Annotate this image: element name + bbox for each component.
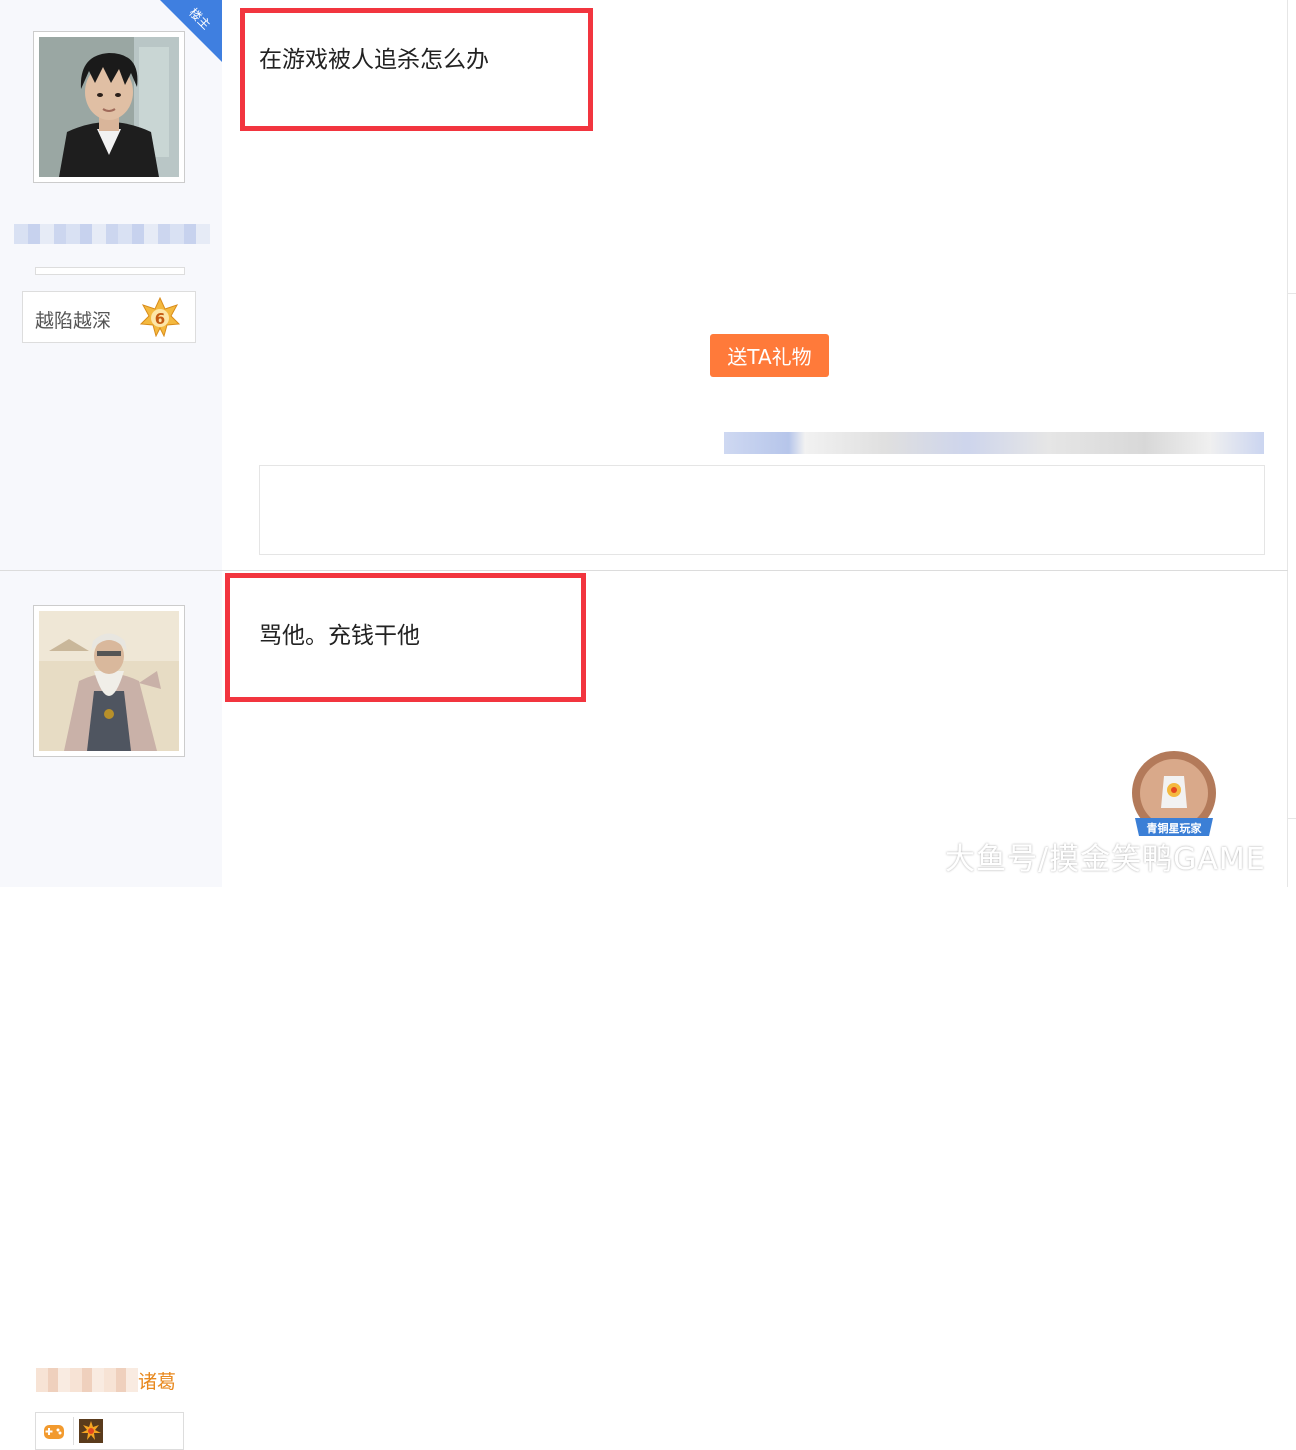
post-floor-1: 楼主 越陷越深 6 在游戏被人追杀怎么办 送TA礼物: [0, 0, 1288, 570]
post-content: 骂他。充钱干他: [259, 623, 420, 649]
medal-box: [35, 1412, 184, 1450]
author-name-pixelated: [36, 1368, 138, 1392]
send-gift-button[interactable]: 送TA礼物: [710, 334, 829, 377]
rank-box[interactable]: 越陷越深 6: [22, 291, 196, 343]
bronze-player-badge: 青铜星玩家: [1129, 748, 1219, 843]
signature-pixelated: [724, 432, 1264, 454]
watermark-text: 大鱼号/摸金笑鸭GAME: [945, 842, 1266, 877]
avatar-photo: [39, 37, 179, 177]
level-number: 6: [155, 310, 165, 328]
page-right-tick: [1288, 293, 1296, 294]
reply-box[interactable]: [259, 465, 1265, 555]
experience-bar: [35, 267, 185, 275]
author-avatar[interactable]: [33, 605, 185, 757]
thread-starter-badge: 楼主: [160, 0, 222, 62]
gamepad-medal-icon: [44, 1425, 64, 1439]
level-star-icon: 6: [140, 297, 180, 337]
author-name-suffix[interactable]: 诸葛: [138, 1367, 176, 1394]
page-right-tick: [1288, 818, 1296, 819]
author-name-pixelated: [14, 224, 210, 244]
author-sidebar: 楼主 越陷越深 6: [0, 0, 222, 570]
sun-medal-icon: [79, 1419, 103, 1443]
avatar-illustration: [39, 611, 179, 751]
rank-title: 越陷越深: [35, 310, 112, 332]
post-content: 在游戏被人追杀怎么办: [259, 47, 489, 73]
author-sidebar: 诸葛: [0, 571, 222, 1450]
